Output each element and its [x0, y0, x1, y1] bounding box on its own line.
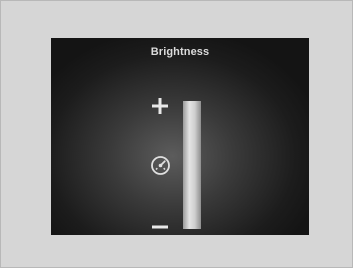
- brightness-slider[interactable]: [183, 101, 201, 229]
- screen-title: Brightness: [150, 46, 210, 58]
- brightness-level-fill: [183, 101, 201, 229]
- minus-icon[interactable]: [151, 224, 169, 230]
- plus-icon[interactable]: [151, 97, 169, 115]
- gauge-icon[interactable]: [150, 155, 171, 176]
- brightness-screen: Brightness: [51, 38, 309, 235]
- manual-figure-frame: Brightness: [0, 0, 353, 268]
